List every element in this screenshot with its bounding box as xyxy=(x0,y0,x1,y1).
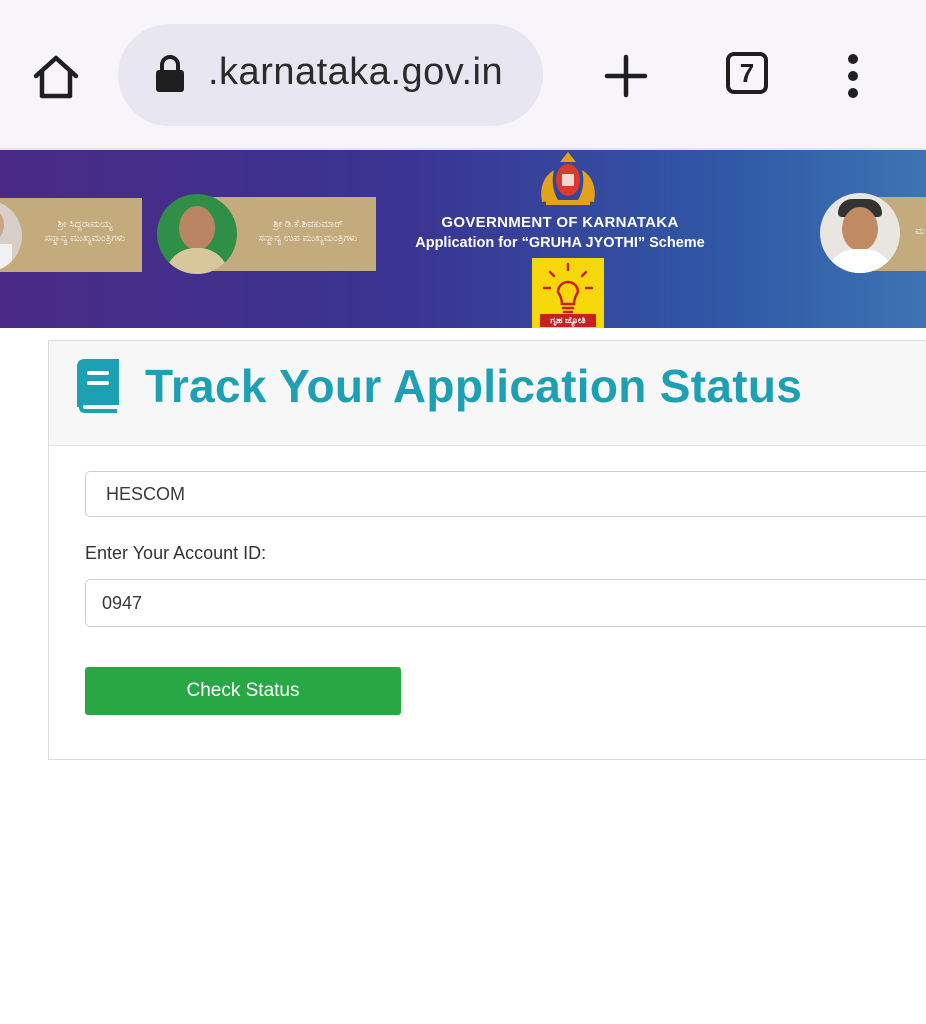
leader-caption-cm: ಶ್ರೀ ಸಿದ್ದರಾಮಯ್ಯ ಸನ್ಮಾನ್ಯ ಮುಖ್ಯಮಂತ್ರಿಗಳು xyxy=(44,219,126,244)
banner-title: GOVERNMENT OF KARNATAKA xyxy=(441,214,679,231)
gruha-jyothi-banner: ಶ್ರೀ ಸಿದ್ದರಾಮಯ್ಯ ಸನ್ಮಾನ್ಯ ಮುಖ್ಯಮಂತ್ರಿಗಳು… xyxy=(0,150,926,328)
escom-select[interactable]: HESCOM xyxy=(85,471,926,517)
leader-caption-minister: ಮ xyxy=(915,226,925,237)
browser-toolbar: .karnataka.gov.in 7 xyxy=(0,0,926,150)
gruha-jyothi-logo: ಗೃಹ ಜ್ಯೋತಿ xyxy=(532,258,604,328)
plus-icon[interactable] xyxy=(604,54,648,98)
leader-caption-dcm: ಶ್ರೀ ಡಿ.ಕೆ.ಶಿವಕುಮಾರ್ ಸನ್ಮಾನ್ಯ ಉಪ ಮುಖ್ಯಮಂ… xyxy=(258,219,358,244)
account-id-label: Enter Your Account ID: xyxy=(85,543,267,563)
url-text: .karnataka.gov.in xyxy=(208,51,504,93)
account-id-value: 0947 xyxy=(102,593,143,613)
redaction-blur xyxy=(174,594,218,612)
card-header: Track Your Application Status xyxy=(49,341,926,446)
track-status-card: Track Your Application Status HESCOM Ent… xyxy=(48,340,926,760)
scheme-logo-text: ಗೃಹ ಜ್ಯೋತಿ xyxy=(550,315,586,325)
tabs-count-icon[interactable]: 7 xyxy=(726,52,768,94)
page-title: Track Your Application Status xyxy=(145,360,803,412)
account-id-input[interactable]: 0947 xyxy=(85,579,926,627)
address-bar[interactable]: .karnataka.gov.in xyxy=(118,24,543,126)
book-icon xyxy=(75,359,121,413)
banner-subtitle: Application for “GRUHA JYOTHI” Scheme xyxy=(415,235,705,251)
karnataka-emblem xyxy=(532,150,604,206)
dcm-photo xyxy=(157,194,237,274)
more-vert-icon[interactable] xyxy=(842,52,864,100)
lock-icon[interactable] xyxy=(154,54,186,94)
check-status-button[interactable]: Check Status xyxy=(85,667,401,715)
home-icon[interactable] xyxy=(30,50,82,102)
minister-photo xyxy=(820,193,900,273)
